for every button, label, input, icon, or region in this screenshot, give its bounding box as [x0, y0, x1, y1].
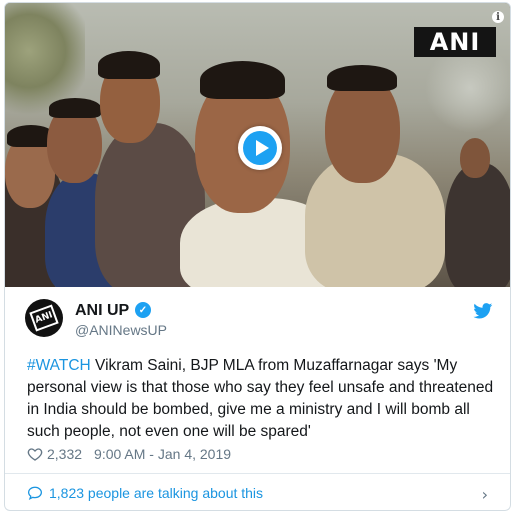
video-hair-right — [327, 65, 397, 91]
hashtag-link[interactable]: #WATCH — [27, 357, 91, 374]
heart-icon[interactable] — [27, 446, 43, 462]
tweet-text: #WATCH Vikram Saini, BJP MLA from Muzaff… — [27, 355, 497, 443]
avatar-logo: ANI — [29, 304, 59, 332]
video-face-far-right — [460, 138, 490, 178]
author-handle[interactable]: @ANINewsUP — [75, 322, 167, 338]
tweet-timestamp[interactable]: 9:00 AM - Jan 4, 2019 — [94, 446, 231, 462]
footer-divider — [5, 473, 510, 474]
play-triangle — [255, 140, 269, 156]
like-count[interactable]: 2,332 — [47, 446, 82, 462]
ani-watermark: ANI — [414, 27, 496, 57]
tweet-header: ANI ANI UP ✓ @ANINewsUP — [25, 299, 495, 345]
author-name[interactable]: ANI UP — [75, 302, 129, 320]
video-hair-third — [98, 51, 160, 79]
twitter-bird-icon[interactable] — [473, 303, 493, 319]
chevron-right-icon[interactable]: › — [482, 485, 488, 504]
tweet-meta: 2,332 9:00 AM - Jan 4, 2019 — [27, 446, 231, 462]
video-speaker-hair — [200, 61, 285, 99]
video-hair-second — [49, 98, 101, 118]
info-icon[interactable]: i — [492, 11, 504, 23]
video-thumbnail[interactable]: ANI i — [5, 3, 510, 287]
conversation-count: 1,823 people are talking about this — [49, 485, 264, 501]
play-icon — [243, 131, 277, 165]
speech-bubble-icon — [27, 486, 43, 500]
tweet-body: Vikram Saini, BJP MLA from Muzaffarnagar… — [27, 357, 494, 440]
verified-badge-icon: ✓ — [135, 302, 151, 318]
avatar[interactable]: ANI — [25, 299, 63, 337]
conversation-link[interactable]: 1,823 people are talking about this — [27, 485, 263, 501]
play-button[interactable] — [238, 126, 282, 170]
tweet-card: ANI i ANI ANI UP ✓ @ANINewsUP #WATCH Vik… — [4, 2, 511, 511]
video-person-far-right — [445, 163, 510, 287]
